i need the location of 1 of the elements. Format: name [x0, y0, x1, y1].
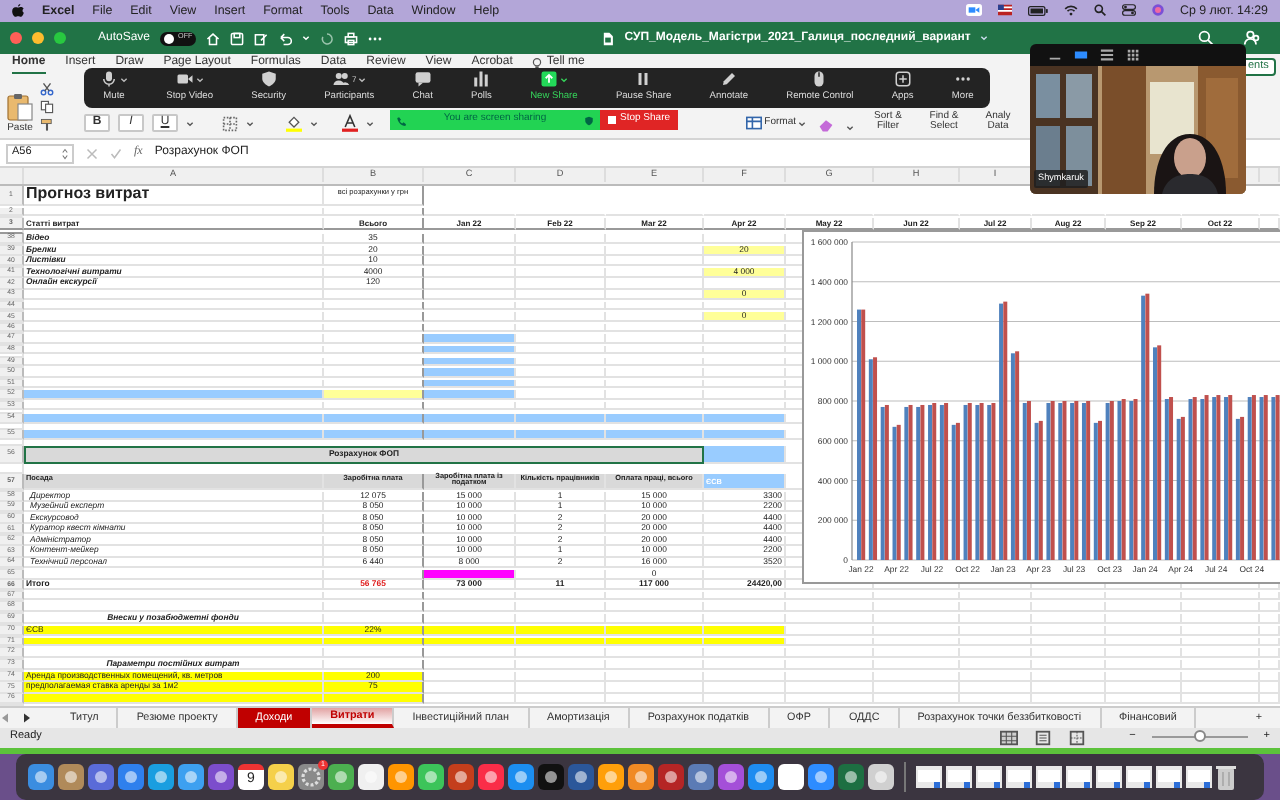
sheet-cell[interactable]: Прогноз витрат — [24, 186, 324, 205]
